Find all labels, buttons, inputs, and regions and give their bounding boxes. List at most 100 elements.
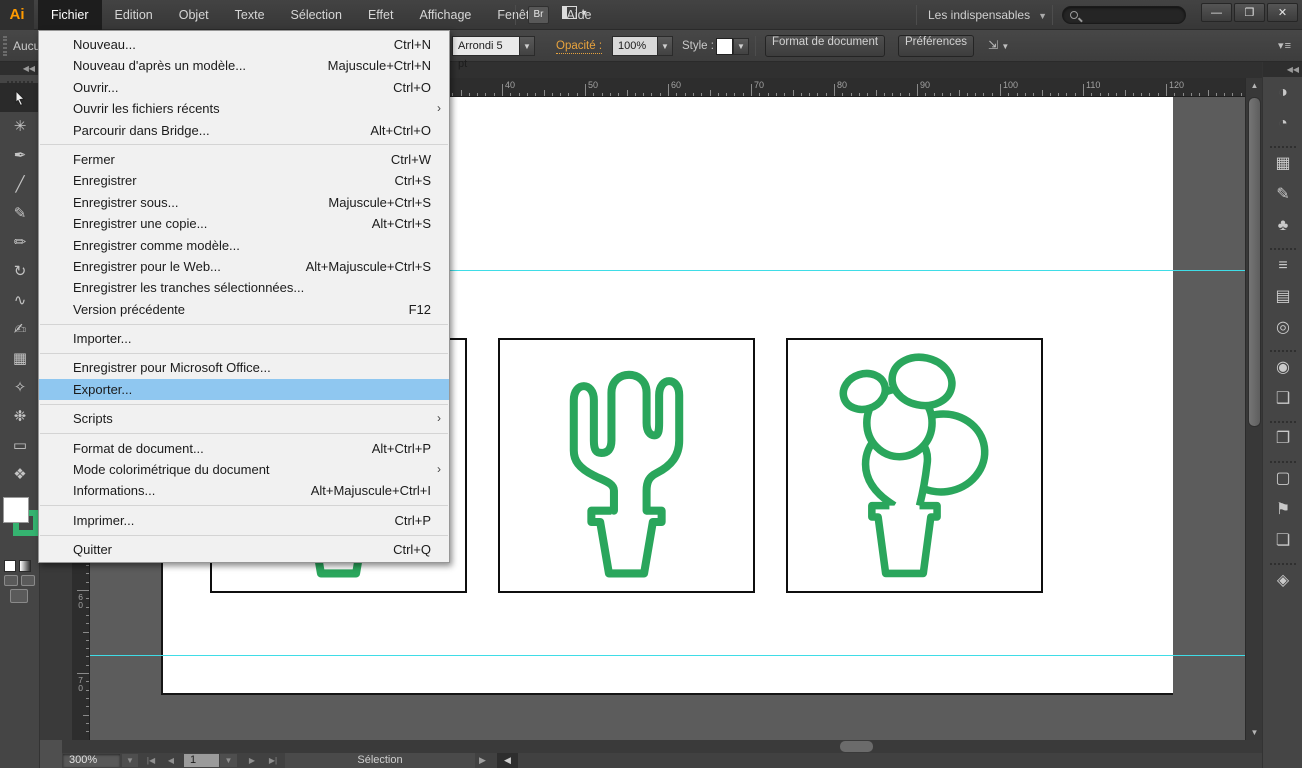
artboard-number-field[interactable]: 1 bbox=[184, 754, 219, 767]
line-segment-tool[interactable]: ╱ bbox=[0, 170, 40, 199]
preferences-button[interactable]: Préférences bbox=[898, 35, 974, 57]
file-menu-item[interactable]: Ouvrir...Ctrl+O bbox=[39, 77, 449, 98]
style-swatch[interactable] bbox=[716, 38, 733, 55]
last-artboard-button[interactable]: ▶| bbox=[263, 754, 283, 767]
status-back-icon[interactable]: ◀ bbox=[497, 753, 518, 768]
gradient-panel-icon[interactable]: ▤ bbox=[1263, 281, 1302, 312]
select-similar-objects-icon[interactable]: ⇲ ▼ bbox=[988, 38, 1009, 52]
arrange-panel-icon[interactable]: ❏ bbox=[1263, 525, 1302, 556]
appearance-panel-icon[interactable]: ◉ bbox=[1263, 352, 1302, 383]
color-button[interactable] bbox=[4, 560, 16, 572]
draw-normal-mode-icon[interactable] bbox=[4, 575, 18, 586]
panel-grip[interactable] bbox=[3, 36, 7, 56]
paintbrush-tool[interactable]: ✎ bbox=[0, 199, 40, 228]
bridge-button[interactable]: Br bbox=[528, 6, 549, 24]
panel-grip[interactable] bbox=[1270, 343, 1296, 352]
horizontal-scrollbar[interactable] bbox=[0, 740, 1302, 753]
transparency-panel-icon[interactable]: ◎ bbox=[1263, 312, 1302, 343]
artboard-dropdown[interactable]: ▼ bbox=[220, 754, 237, 767]
file-menu-item[interactable]: Parcourir dans Bridge...Alt+Ctrl+O bbox=[39, 120, 449, 141]
zoom-dropdown[interactable]: ▼ bbox=[122, 754, 138, 767]
opacity-dropdown[interactable]: ▼ bbox=[657, 36, 673, 56]
close-button[interactable]: ✕ bbox=[1267, 3, 1298, 22]
brush-style-field[interactable]: Arrondi 5 pt bbox=[452, 36, 520, 56]
rotate-tool[interactable]: ↻ bbox=[0, 257, 40, 286]
collapse-tools-button[interactable]: ◀◀ bbox=[0, 62, 39, 75]
graphic-styles-panel-icon[interactable]: ❑ bbox=[1263, 383, 1302, 414]
file-menu-item[interactable]: Enregistrer les tranches sélectionnées..… bbox=[39, 277, 449, 298]
artboard-tool[interactable]: ▭ bbox=[0, 431, 40, 460]
file-menu-item[interactable]: Enregistrer pour le Web...Alt+Majuscule+… bbox=[39, 256, 449, 277]
brushes-panel-icon[interactable]: ✎ bbox=[1263, 179, 1302, 210]
pencil-tool[interactable]: ✏ bbox=[0, 228, 40, 257]
hand-tool[interactable]: ❖ bbox=[0, 460, 40, 489]
file-menu-item[interactable]: Informations...Alt+Majuscule+Ctrl+I bbox=[39, 480, 449, 501]
panel-grip[interactable] bbox=[1270, 414, 1296, 423]
expand-panels-button[interactable]: ◀◀ bbox=[1263, 62, 1302, 77]
vertical-scrollbar[interactable]: ▲ ▼ bbox=[1245, 78, 1262, 740]
file-menu-item[interactable]: Nouveau d'après un modèle...Majuscule+Ct… bbox=[39, 55, 449, 76]
file-menu-item[interactable]: Mode colorimétrique du document› bbox=[39, 459, 449, 480]
cactus-frame-3[interactable] bbox=[786, 338, 1043, 593]
file-menu-item[interactable]: Enregistrer comme modèle... bbox=[39, 235, 449, 256]
opacity-field[interactable]: 100% bbox=[612, 36, 658, 56]
panel-grip[interactable] bbox=[7, 75, 33, 83]
document-setup-button[interactable]: Format de document bbox=[765, 35, 885, 57]
opacity-link[interactable]: Opacité : bbox=[556, 30, 602, 62]
draw-inside-mode-icon[interactable] bbox=[10, 589, 28, 603]
free-transform-tool[interactable]: ✍ bbox=[0, 315, 40, 344]
menubar-item-effet[interactable]: Effet bbox=[355, 0, 406, 30]
file-menu-item[interactable]: Imprimer...Ctrl+P bbox=[39, 510, 449, 531]
file-menu-item[interactable]: Importer... bbox=[39, 328, 449, 349]
color-panel-icon[interactable]: ◑ bbox=[1263, 77, 1302, 108]
next-artboard-button[interactable]: ▶ bbox=[243, 754, 261, 767]
draw-behind-mode-icon[interactable] bbox=[21, 575, 35, 586]
panel-grip[interactable] bbox=[1270, 454, 1296, 463]
layers-panel-icon[interactable]: ◈ bbox=[1263, 565, 1302, 596]
file-menu-item[interactable]: Scripts› bbox=[39, 408, 449, 429]
gradient-button[interactable] bbox=[19, 560, 31, 572]
width-tool[interactable]: ∿ bbox=[0, 286, 40, 315]
panel-grip[interactable] bbox=[1270, 139, 1296, 148]
file-menu-item[interactable]: QuitterCtrl+Q bbox=[39, 539, 449, 560]
search-input[interactable] bbox=[1062, 6, 1186, 24]
horizontal-scroll-thumb[interactable] bbox=[840, 741, 873, 752]
symbol-sprayer-tool[interactable]: ❉ bbox=[0, 402, 40, 431]
menubar-item-affichage[interactable]: Affichage bbox=[406, 0, 484, 30]
symbols-panel-icon[interactable]: ♣ bbox=[1263, 210, 1302, 241]
selection-tool[interactable] bbox=[0, 83, 40, 112]
guide-line[interactable] bbox=[90, 655, 1245, 656]
file-menu-item[interactable]: Ouvrir les fichiers récents› bbox=[39, 98, 449, 119]
swatches-panel-icon[interactable]: ▦ bbox=[1263, 148, 1302, 179]
vertical-scroll-thumb[interactable] bbox=[1248, 97, 1261, 427]
cactus-frame-2[interactable] bbox=[498, 338, 755, 593]
brush-style-dropdown[interactable]: ▼ bbox=[519, 36, 535, 56]
file-menu-item[interactable]: Enregistrer sous...Majuscule+Ctrl+S bbox=[39, 192, 449, 213]
scroll-up-icon[interactable]: ▲ bbox=[1246, 78, 1263, 93]
arrange-documents-button[interactable]: ▼ bbox=[562, 6, 596, 24]
panel-menu-icon[interactable]: ▾≡ bbox=[1278, 39, 1292, 52]
minimize-button[interactable]: — bbox=[1201, 3, 1232, 22]
file-menu-item[interactable]: FermerCtrl+W bbox=[39, 149, 449, 170]
file-menu-item[interactable]: Nouveau...Ctrl+N bbox=[39, 34, 449, 55]
restore-button[interactable]: ❐ bbox=[1234, 3, 1265, 22]
transform-panel-icon[interactable]: ▢ bbox=[1263, 463, 1302, 494]
mesh-tool[interactable]: ▦ bbox=[0, 344, 40, 373]
previous-artboard-button[interactable]: ◀ bbox=[162, 754, 180, 767]
file-menu-item[interactable]: Version précédenteF12 bbox=[39, 299, 449, 320]
pathfinder-panel-icon[interactable]: ❐ bbox=[1263, 423, 1302, 454]
menubar-item-fichier[interactable]: Fichier bbox=[38, 0, 102, 30]
align-panel-icon[interactable]: ⚑ bbox=[1263, 494, 1302, 525]
zoom-level-field[interactable]: 300% bbox=[63, 754, 120, 767]
scroll-down-icon[interactable]: ▼ bbox=[1246, 725, 1263, 740]
eyedropper-tool[interactable]: ✧ bbox=[0, 373, 40, 402]
pen-tool[interactable]: ✒ bbox=[0, 141, 40, 170]
color-guide-panel-icon[interactable]: ◔ bbox=[1263, 108, 1302, 139]
first-artboard-button[interactable]: |◀ bbox=[142, 754, 160, 767]
menubar-item-objet[interactable]: Objet bbox=[166, 0, 222, 30]
status-menu-arrow-icon[interactable]: ▶ bbox=[479, 754, 486, 767]
menubar-item-texte[interactable]: Texte bbox=[222, 0, 278, 30]
panel-grip[interactable] bbox=[1270, 241, 1296, 250]
style-dropdown[interactable]: ▼ bbox=[733, 38, 749, 55]
magic-wand-tool[interactable]: ✳ bbox=[0, 112, 40, 141]
